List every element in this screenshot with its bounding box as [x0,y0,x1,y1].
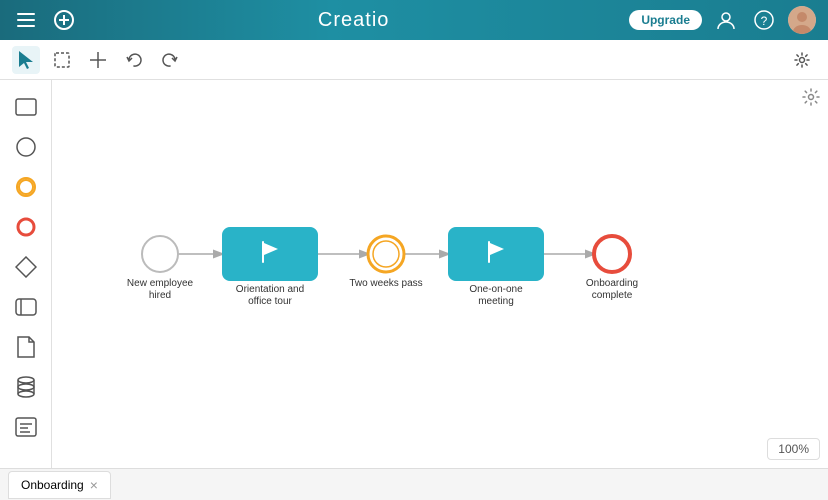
add-icon[interactable] [50,6,78,34]
zoom-indicator: 100% [767,438,820,460]
flow-diagram: New employee hired Orientation and offic… [110,214,770,334]
app-logo: Creatio [318,9,389,32]
svg-text:Two weeks pass: Two weeks pass [349,278,422,289]
shape-diamond[interactable] [9,250,43,284]
svg-text:hired: hired [149,290,171,301]
shape-sidebar [0,80,52,468]
tab-bar: Onboarding × [0,468,828,500]
canvas-area[interactable]: New employee hired Orientation and offic… [52,80,828,468]
shape-rectangle[interactable] [9,90,43,124]
shape-pool[interactable] [9,290,43,324]
settings-button[interactable] [788,46,816,74]
select-tool-button[interactable] [12,46,40,74]
upgrade-button[interactable]: Upgrade [629,10,702,30]
svg-text:One-on-one: One-on-one [469,284,523,295]
svg-text:?: ? [761,14,768,28]
svg-text:office tour: office tour [248,296,292,307]
help-icon[interactable]: ? [750,6,778,34]
marquee-tool-button[interactable] [48,46,76,74]
svg-text:complete: complete [592,290,633,301]
svg-text:New employee: New employee [127,278,194,289]
user-avatar[interactable] [788,6,816,34]
svg-text:Orientation and: Orientation and [236,284,304,295]
main-area: New employee hired Orientation and offic… [0,80,828,468]
top-nav: Creatio Upgrade ? [0,0,828,40]
shape-database[interactable] [9,370,43,404]
user-icon[interactable] [712,6,740,34]
tab-close-button[interactable]: × [90,477,98,493]
tab-onboarding[interactable]: Onboarding × [8,471,111,499]
toolbar-right [788,46,816,74]
toolbar [0,40,828,80]
canvas-settings-button[interactable] [802,88,820,111]
svg-text:meeting: meeting [478,296,514,307]
svg-text:Onboarding: Onboarding [586,278,638,289]
redo-button[interactable] [156,46,184,74]
shape-text[interactable] [9,410,43,444]
shape-circle-thin[interactable] [9,130,43,164]
hand-tool-button[interactable] [84,46,112,74]
menu-icon[interactable] [12,6,40,34]
shape-circle-medium[interactable] [9,170,43,204]
shape-circle-end[interactable] [9,210,43,244]
shape-document[interactable] [9,330,43,364]
tab-label: Onboarding [21,478,84,492]
undo-button[interactable] [120,46,148,74]
